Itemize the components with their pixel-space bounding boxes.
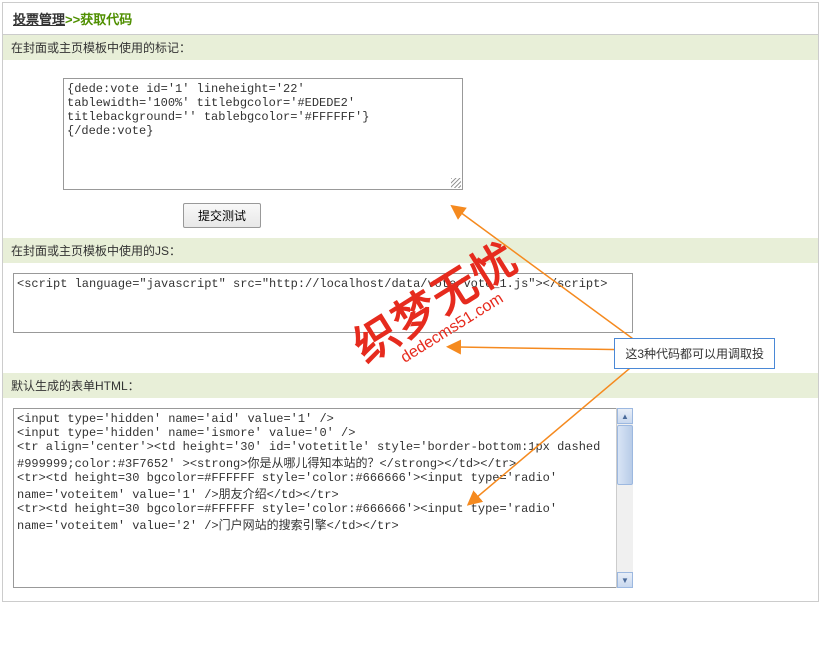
scroll-down-button[interactable]: ▼ <box>617 572 633 588</box>
section-tag-body: 提交测试 <box>3 60 818 238</box>
breadcrumb-sep: >> <box>65 12 80 27</box>
section-html-body: ▲ ▼ <box>3 398 818 601</box>
scrollbar[interactable]: ▲ ▼ <box>616 408 633 588</box>
js-code-textarea[interactable] <box>13 273 633 333</box>
submit-test-button[interactable]: 提交测试 <box>183 203 261 228</box>
html-code-textarea[interactable] <box>13 408 633 588</box>
breadcrumb: 投票管理>>获取代码 <box>3 3 818 35</box>
scroll-thumb[interactable] <box>617 425 633 485</box>
annotation-callout: 这3种代码都可以用调取投 <box>614 338 775 369</box>
section-tag-header: 在封面或主页模板中使用的标记： <box>3 35 818 60</box>
section-html-header: 默认生成的表单HTML： <box>3 373 818 398</box>
tag-code-textarea[interactable] <box>63 78 463 190</box>
section-js-header: 在封面或主页模板中使用的JS： <box>3 238 818 263</box>
breadcrumb-vote-mgmt[interactable]: 投票管理 <box>13 12 65 27</box>
main-panel: 投票管理>>获取代码 在封面或主页模板中使用的标记： 提交测试 在封面或主页模板… <box>2 2 819 602</box>
breadcrumb-current: 获取代码 <box>80 12 132 27</box>
scroll-up-button[interactable]: ▲ <box>617 408 633 424</box>
